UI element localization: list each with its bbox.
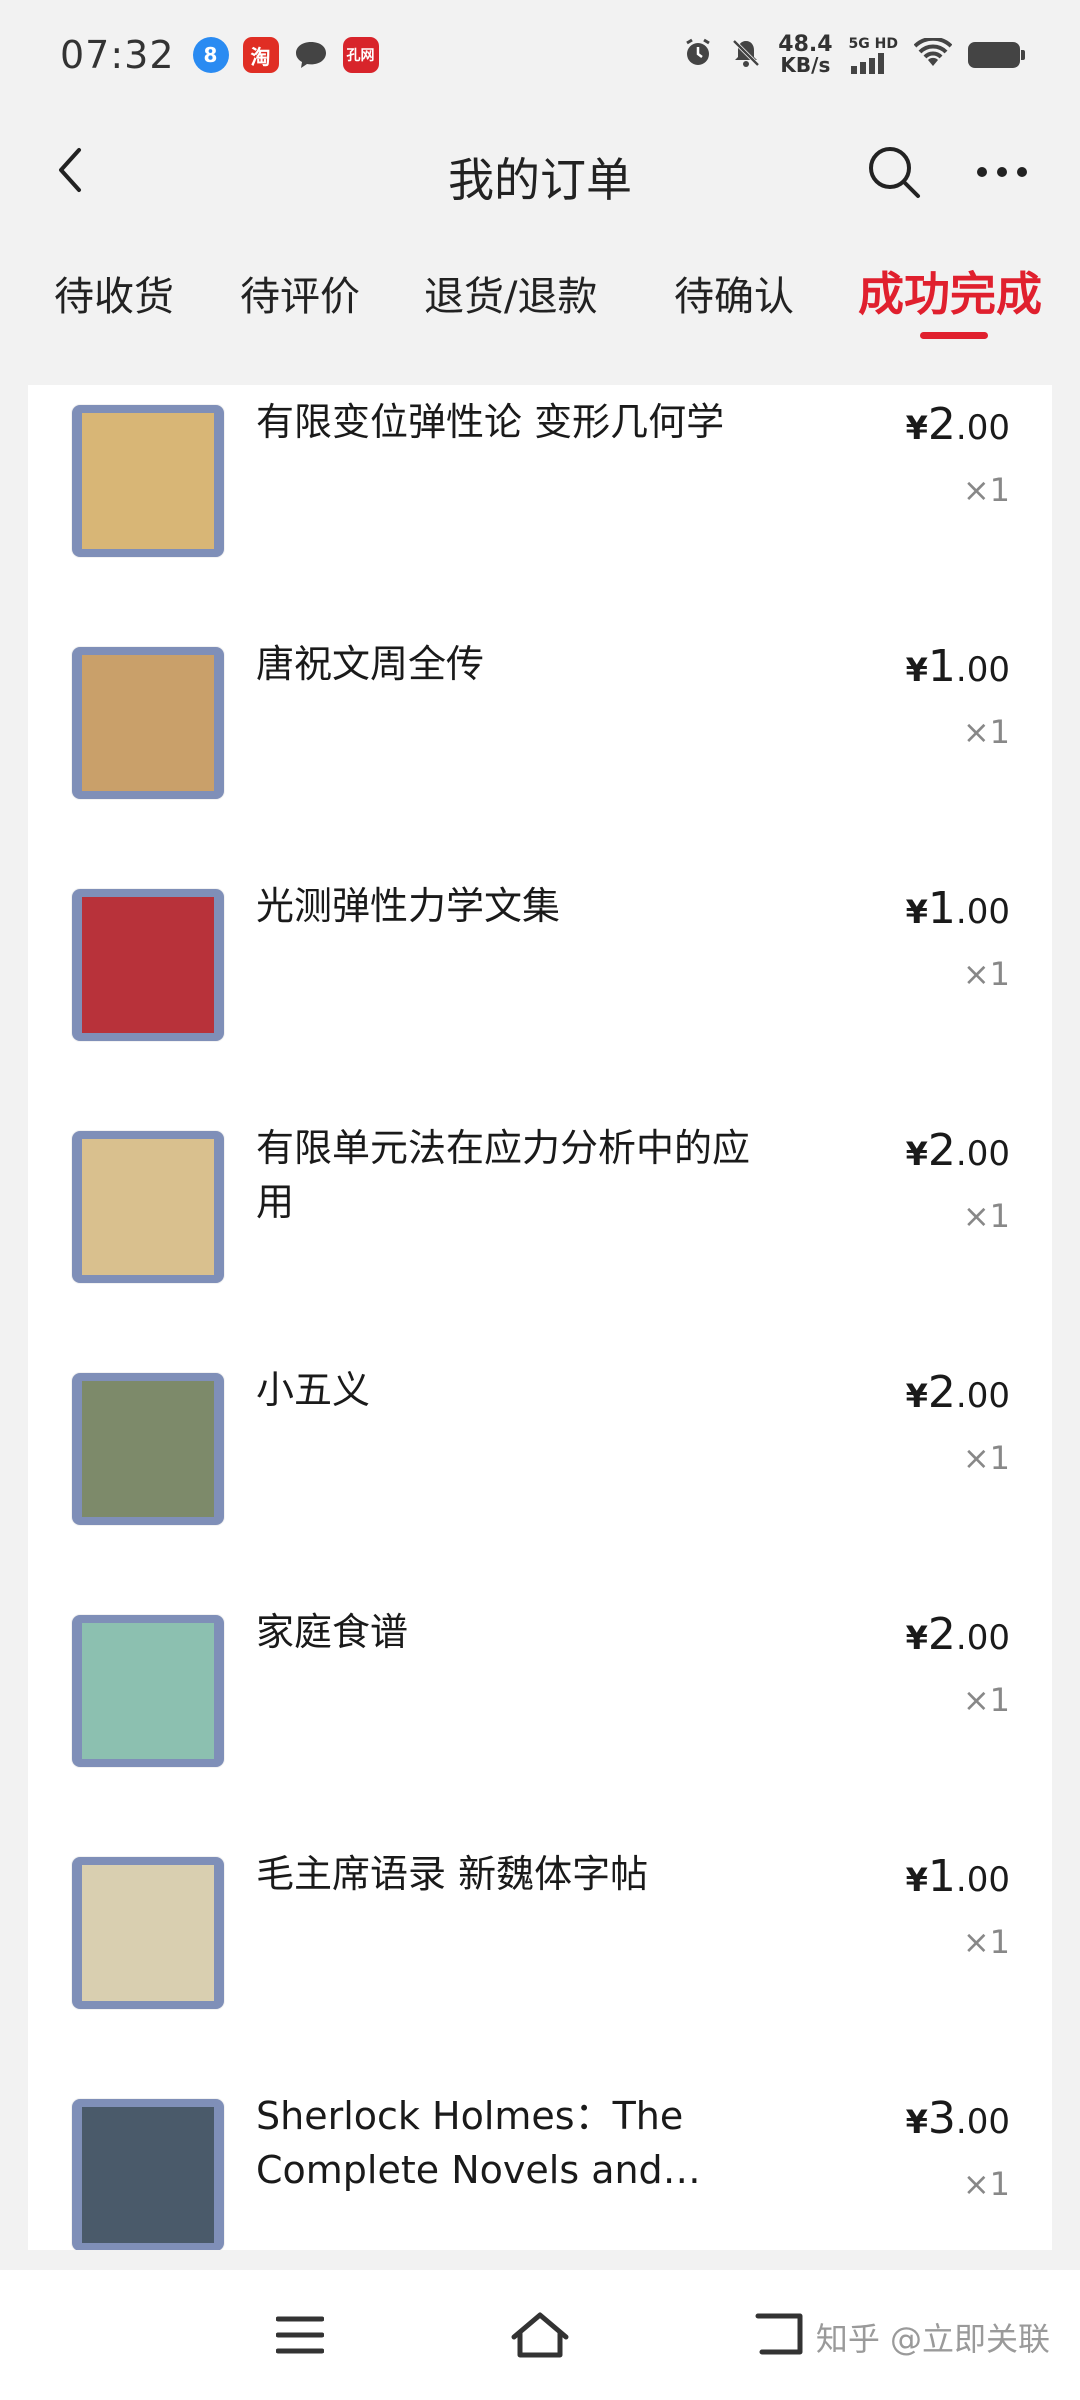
order-item-quantity: ×1 [962,1923,1010,1961]
system-icons: 48.4 KB/s 5G HD [682,32,1025,77]
app-header: 我的订单 [0,110,1080,230]
taobao-icon: 淘 [242,37,279,73]
back-arrow-icon [755,2313,803,2355]
kongfz-icon: 孔网 [342,37,379,73]
order-item[interactable]: 光测弹性力学文集 ¥1.00 ×1 [28,869,1052,1111]
book-cover-thumbnail[interactable] [72,1373,224,1525]
home-icon [511,2312,569,2358]
order-item-price: ¥2.00 [905,1609,1010,1660]
status-time: 07:32 [60,33,175,77]
tab-pending-confirm[interactable]: 待确认 [674,264,794,322]
order-item[interactable]: 有限单元法在应力分析中的应用 ¥2.00 ×1 [28,1111,1052,1353]
order-item[interactable]: 唐祝文周全传 ¥1.00 ×1 [28,627,1052,869]
order-item-price: ¥3.00 [905,2093,1010,2144]
order-item-price: ¥2.00 [905,1125,1010,1176]
order-item[interactable]: Sherlock Holmes：The Complete Novels and … [28,2079,1052,2250]
network-speed: 48.4 KB/s [778,32,833,77]
order-item-price: ¥2.00 [905,1367,1010,1418]
order-item-title[interactable]: 家庭食谱 [256,1605,776,1659]
order-item-title[interactable]: 唐祝文周全传 [256,637,776,691]
tab-pending-review[interactable]: 待评价 [240,264,360,322]
book-cover-thumbnail[interactable] [72,1131,224,1283]
mute-icon [730,37,762,73]
more-dots-icon [977,167,987,177]
order-item-quantity: ×1 [962,2165,1010,2203]
wifi-icon [913,36,953,72]
more-button[interactable] [966,140,1038,204]
system-navigation-bar: 知乎 @立即关联 [0,2270,1080,2400]
back-nav-button[interactable] [740,2300,820,2370]
cell-signal-icon: 5G HD [849,36,898,74]
order-item-quantity: ×1 [962,713,1010,751]
order-item-title[interactable]: 毛主席语录 新魏体字帖 [256,1847,776,1901]
book-cover-thumbnail[interactable] [72,1857,224,2009]
message-icon [293,37,329,73]
order-item-price: ¥1.00 [905,641,1010,692]
order-item[interactable]: 小五义 ¥2.00 ×1 [28,1353,1052,1595]
order-item[interactable]: 有限变位弹性论 变形几何学 ¥2.00 ×1 [28,385,1052,627]
order-item-quantity: ×1 [962,955,1010,993]
status-bar: 07:32 8 淘 孔网 48.4 KB/s 5G HD [0,0,1080,110]
alarm-icon [682,37,714,73]
order-item-title[interactable]: 有限变位弹性论 变形几何学 [256,395,776,449]
order-item-quantity: ×1 [962,471,1010,509]
tab-completed[interactable]: 成功完成 [858,258,1042,324]
watermark: 知乎 @立即关联 [815,2320,1050,2358]
order-item-quantity: ×1 [962,1681,1010,1719]
book-cover-thumbnail[interactable] [72,889,224,1041]
book-cover-thumbnail[interactable] [72,647,224,799]
book-cover-thumbnail[interactable] [72,2099,224,2250]
home-nav-button[interactable] [500,2300,580,2370]
active-tab-indicator [920,332,988,339]
order-list: 有限变位弹性论 变形几何学 ¥2.00 ×1 唐祝文周全传 ¥1.00 ×1 光测弹性力学文… [28,385,1052,2250]
book-cover-thumbnail[interactable] [72,1615,224,1767]
order-item[interactable]: 家庭食谱 ¥2.00 ×1 [28,1595,1052,1837]
search-icon [869,147,920,198]
order-item-title[interactable]: 有限单元法在应力分析中的应用 [256,1121,776,1229]
order-item-price: ¥1.00 [905,1851,1010,1902]
book-cover-thumbnail[interactable] [72,405,224,557]
menu-nav-button[interactable] [260,2300,340,2370]
app-8-icon: 8 [192,37,229,73]
order-status-tabs: 待收货 待评价 退货/退款 待确认 成功完成 [0,250,1080,350]
notification-icons: 8 淘 孔网 [192,37,379,73]
order-item-title[interactable]: 小五义 [256,1363,776,1417]
order-item[interactable]: 毛主席语录 新魏体字帖 ¥1.00 ×1 [28,1837,1052,2079]
battery-icon [968,42,1025,68]
search-button[interactable] [862,140,926,204]
order-item-price: ¥2.00 [905,399,1010,450]
menu-icon [276,2316,324,2354]
tab-pending-receipt[interactable]: 待收货 [54,264,174,322]
order-item-quantity: ×1 [962,1197,1010,1235]
order-item-title[interactable]: Sherlock Holmes：The Complete Novels and … [256,2089,776,2197]
order-item-price: ¥1.00 [905,883,1010,934]
order-item-quantity: ×1 [962,1439,1010,1477]
tab-returns-refunds[interactable]: 退货/退款 [424,264,597,322]
order-item-title[interactable]: 光测弹性力学文集 [256,879,776,933]
